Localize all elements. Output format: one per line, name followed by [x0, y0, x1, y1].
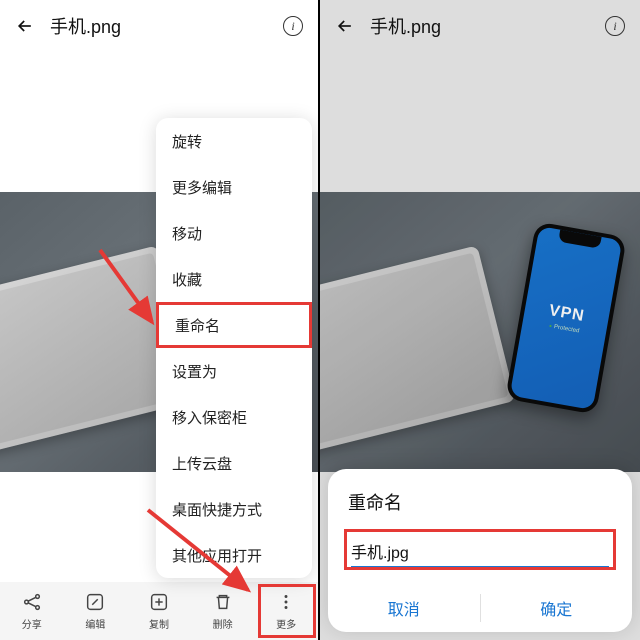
info-button[interactable]: i — [282, 15, 304, 37]
screenshot-right: 手机.png i VPN Protected 重命名 — [320, 0, 640, 640]
menu-openwith[interactable]: 其他应用打开 — [156, 532, 312, 578]
menu-cloud[interactable]: 上传云盘 — [156, 440, 312, 486]
back-button[interactable] — [334, 15, 356, 37]
menu-setas[interactable]: 设置为 — [156, 348, 312, 394]
info-button[interactable]: i — [604, 15, 626, 37]
trash-icon — [212, 591, 234, 613]
share-icon — [21, 591, 43, 613]
header: 手机.png i — [320, 0, 640, 52]
edit-icon — [84, 591, 106, 613]
rename-dialog: 重命名 取消 确定 — [328, 469, 632, 632]
menu-safe[interactable]: 移入保密柜 — [156, 394, 312, 440]
menu-rotate[interactable]: 旋转 — [156, 118, 312, 164]
annotation-highlight-input — [344, 529, 616, 570]
ok-button[interactable]: 确定 — [481, 584, 633, 632]
more-icon — [275, 591, 297, 613]
menu-fav[interactable]: 收藏 — [156, 256, 312, 302]
screenshot-left: 手机.png i 旋转 更多编辑 移动 收藏 重命名 设置为 移入保密柜 上传云… — [0, 0, 320, 640]
menu-move[interactable]: 移动 — [156, 210, 312, 256]
page-title: 手机.png — [50, 13, 282, 39]
copy-icon — [148, 591, 170, 613]
more-menu: 旋转 更多编辑 移动 收藏 重命名 设置为 移入保密柜 上传云盘 桌面快捷方式 … — [156, 118, 312, 578]
edit-button[interactable]: 编辑 — [64, 582, 128, 640]
dialog-title: 重命名 — [328, 489, 632, 529]
more-button[interactable]: 更多 — [254, 582, 318, 640]
page-title: 手机.png — [370, 13, 604, 39]
bottom-toolbar: 分享 编辑 复制 删除 更多 — [0, 582, 318, 640]
menu-rename[interactable]: 重命名 — [156, 302, 312, 348]
delete-button[interactable]: 删除 — [191, 582, 255, 640]
rename-input[interactable] — [351, 538, 609, 567]
header: 手机.png i — [0, 0, 318, 52]
dialog-actions: 取消 确定 — [328, 584, 632, 632]
menu-more-edit[interactable]: 更多编辑 — [156, 164, 312, 210]
cancel-button[interactable]: 取消 — [328, 584, 480, 632]
copy-button[interactable]: 复制 — [127, 582, 191, 640]
share-button[interactable]: 分享 — [0, 582, 64, 640]
menu-shortcut[interactable]: 桌面快捷方式 — [156, 486, 312, 532]
back-button[interactable] — [14, 15, 36, 37]
